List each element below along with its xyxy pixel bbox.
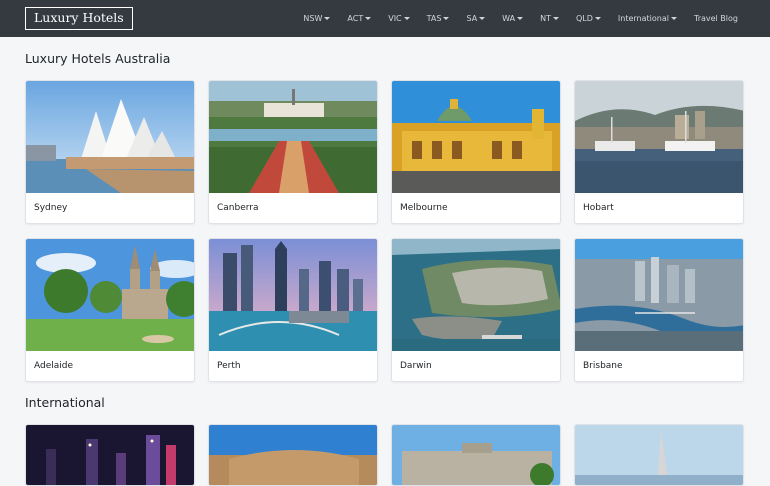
nav-item-label: WA	[502, 14, 516, 23]
caret-down-icon	[443, 17, 450, 20]
navbar: Luxury Hotels NSW ACT VIC TAS SA WA NT Q…	[0, 0, 770, 37]
darwin-photo	[392, 239, 560, 351]
destination-card-1[interactable]	[25, 424, 195, 486]
section-title-australia: Luxury Hotels Australia	[25, 51, 171, 66]
nav-item-nsw[interactable]: NSW	[303, 14, 331, 23]
card-label: Brisbane	[583, 361, 623, 371]
card-label: Adelaide	[34, 361, 74, 371]
nav-item-label: NT	[540, 14, 551, 23]
nav-item-label: QLD	[576, 14, 593, 23]
melbourne-photo	[392, 81, 560, 193]
city-card-hobart[interactable]: Hobart	[574, 80, 744, 224]
nav-item-nt[interactable]: NT	[540, 14, 559, 23]
palace-photo	[392, 425, 560, 485]
caret-down-icon	[403, 17, 410, 20]
nav-item-act[interactable]: ACT	[347, 14, 372, 23]
city-card-adelaide[interactable]: Adelaide	[25, 238, 195, 382]
card-label: Perth	[217, 361, 241, 371]
australia-card-grid: Sydney Canberra Melbourne Hobart Adelaid…	[25, 80, 744, 382]
sydney-photo	[26, 81, 194, 193]
card-label: Hobart	[583, 203, 614, 213]
caret-down-icon	[365, 17, 372, 20]
card-label: Darwin	[400, 361, 432, 371]
nav-item-qld[interactable]: QLD	[576, 14, 601, 23]
caret-down-icon	[594, 17, 601, 20]
destination-card-4[interactable]	[574, 424, 744, 486]
nav-item-international[interactable]: International	[618, 14, 677, 23]
nav-item-tas[interactable]: TAS	[427, 14, 450, 23]
card-label: Melbourne	[400, 203, 448, 213]
card-label: Sydney	[34, 203, 68, 213]
nav-item-label: Travel Blog	[693, 14, 738, 23]
city-card-sydney[interactable]: Sydney	[25, 80, 195, 224]
city-card-canberra[interactable]: Canberra	[208, 80, 378, 224]
city-card-darwin[interactable]: Darwin	[391, 238, 561, 382]
caret-down-icon	[670, 17, 677, 20]
city-card-perth[interactable]: Perth	[208, 238, 378, 382]
nav-item-label: NSW	[303, 14, 323, 23]
nav-item-label: International	[617, 14, 669, 23]
caret-down-icon	[324, 17, 331, 20]
colosseum-photo	[209, 425, 377, 485]
city-card-melbourne[interactable]: Melbourne	[391, 80, 561, 224]
nav-item-label: SA	[466, 14, 478, 23]
nav-item-label: TAS	[426, 14, 442, 23]
adelaide-photo	[26, 239, 194, 351]
hobart-photo	[575, 81, 743, 193]
nav-item-wa[interactable]: WA	[502, 14, 524, 23]
nav-menu: NSW ACT VIC TAS SA WA NT QLD Internation…	[286, 0, 738, 37]
nav-item-sa[interactable]: SA	[466, 14, 486, 23]
nav-item-label: VIC	[388, 14, 402, 23]
destination-card-2[interactable]	[208, 424, 378, 486]
brand-logo[interactable]: Luxury Hotels	[25, 7, 133, 30]
caret-down-icon	[479, 17, 486, 20]
tower-hotel-photo	[575, 425, 743, 485]
canberra-photo	[209, 81, 377, 193]
section-title-international: International	[25, 395, 105, 410]
night-skyline-photo	[26, 425, 194, 485]
perth-photo	[209, 239, 377, 351]
international-card-grid	[25, 424, 744, 486]
caret-down-icon	[517, 17, 524, 20]
brisbane-photo	[575, 239, 743, 351]
nav-item-travel-blog[interactable]: Travel Blog	[694, 14, 738, 23]
card-label: Canberra	[217, 203, 259, 213]
caret-down-icon	[553, 17, 559, 20]
nav-item-label: ACT	[347, 14, 364, 23]
city-card-brisbane[interactable]: Brisbane	[574, 238, 744, 382]
destination-card-3[interactable]	[391, 424, 561, 486]
nav-item-vic[interactable]: VIC	[388, 14, 410, 23]
